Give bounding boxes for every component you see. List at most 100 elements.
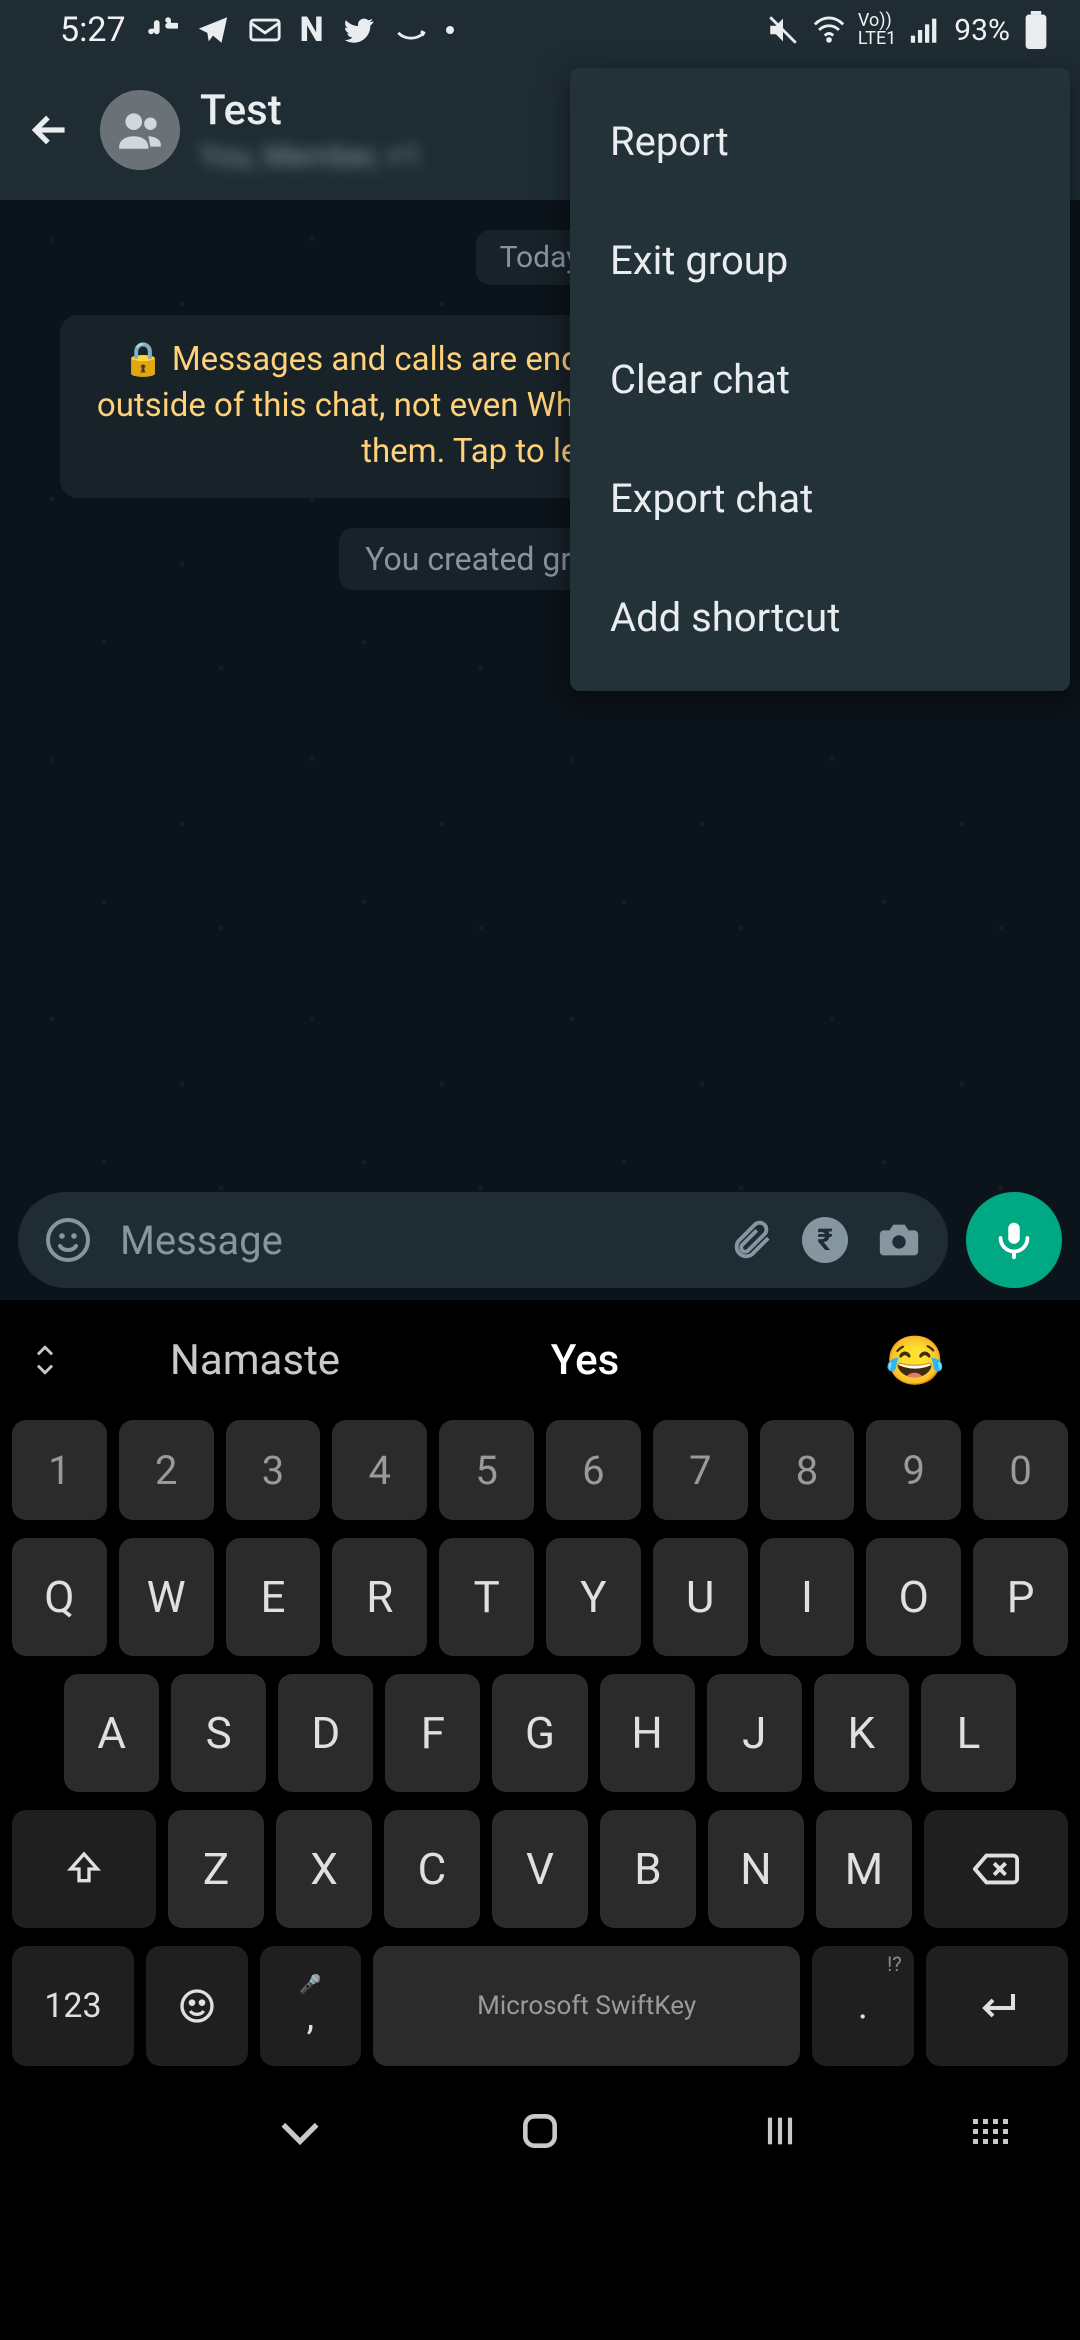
lock-icon: 🔒 [123,337,164,383]
period-label: . [858,1984,868,2028]
key-8[interactable]: 8 [760,1420,855,1520]
attach-button[interactable] [728,1217,774,1263]
keyboard: Namaste Yes 😂 1 2 3 4 5 6 7 8 9 0 Q W E … [0,1300,1080,2340]
bottom-row: 123 🎤 , Microsoft SwiftKey !? . [0,1946,1080,2066]
suggestion-1[interactable]: Namaste [90,1332,420,1389]
key-a[interactable]: A [64,1674,159,1792]
key-comma[interactable]: 🎤 , [260,1946,362,2066]
key-0[interactable]: 0 [973,1420,1068,1520]
battery-icon [1022,11,1050,49]
key-d[interactable]: D [278,1674,373,1792]
telegram-icon [196,13,230,47]
nav-keyboard-switch[interactable] [930,2119,1050,2144]
amazon-icon [394,13,428,47]
key-numeric[interactable]: 123 [12,1946,134,2066]
key-h[interactable]: H [600,1674,695,1792]
key-m[interactable]: M [816,1810,912,1928]
key-t[interactable]: T [439,1538,534,1656]
key-p[interactable]: P [973,1538,1068,1656]
key-g[interactable]: G [492,1674,587,1792]
group-avatar[interactable] [100,90,180,170]
key-r[interactable]: R [332,1538,427,1656]
number-row: 1 2 3 4 5 6 7 8 9 0 [0,1420,1080,1520]
key-9[interactable]: 9 [866,1420,961,1520]
enter-icon [973,1986,1021,2026]
key-z[interactable]: Z [168,1810,264,1928]
qwerty-row-3: Z X C V B N M [0,1810,1080,1928]
recents-icon [760,2111,800,2151]
key-4[interactable]: 4 [332,1420,427,1520]
chevron-updown-icon [28,1338,62,1382]
key-3[interactable]: 3 [226,1420,321,1520]
message-input-pill[interactable]: Message ₹ [18,1192,948,1288]
key-e[interactable]: E [226,1538,321,1656]
back-button[interactable] [20,100,80,160]
period-hint: !? [887,1952,902,1976]
key-2[interactable]: 2 [119,1420,214,1520]
key-x[interactable]: X [276,1810,372,1928]
key-space[interactable]: Microsoft SwiftKey [373,1946,800,2066]
key-s[interactable]: S [171,1674,266,1792]
overflow-menu: Report Exit group Clear chat Export chat… [570,68,1070,691]
key-y[interactable]: Y [546,1538,641,1656]
menu-item-export-chat[interactable]: Export chat [570,439,1070,558]
nav-home[interactable] [450,2109,630,2153]
key-j[interactable]: J [707,1674,802,1792]
key-l[interactable]: L [921,1674,1016,1792]
key-f[interactable]: F [385,1674,480,1792]
key-1[interactable]: 1 [12,1420,107,1520]
menu-item-report[interactable]: Report [570,82,1070,201]
key-period[interactable]: !? . [812,1946,914,2066]
key-c[interactable]: C [384,1810,480,1928]
key-o[interactable]: O [866,1538,961,1656]
status-time: 5:27 [60,10,126,50]
menu-item-add-shortcut[interactable]: Add shortcut [570,558,1070,677]
key-shift[interactable] [12,1810,156,1928]
emoji-key-icon [177,1986,217,2026]
key-k[interactable]: K [814,1674,909,1792]
key-v[interactable]: V [492,1810,588,1928]
camera-button[interactable] [876,1217,922,1263]
key-u[interactable]: U [653,1538,748,1656]
suggestion-3[interactable]: 😂 [750,1332,1080,1389]
backspace-icon [973,1851,1019,1887]
emoji-icon[interactable] [44,1216,92,1264]
suggestion-2[interactable]: Yes [420,1332,750,1389]
nav-recents[interactable] [690,2111,870,2151]
key-7[interactable]: 7 [653,1420,748,1520]
chat-title: Test [200,86,421,135]
key-n[interactable]: N [708,1810,804,1928]
qwerty-row-1: Q W E R T Y U I O P [0,1538,1080,1656]
group-icon [115,105,165,155]
key-emoji[interactable] [146,1946,248,2066]
nav-hide-keyboard[interactable] [210,2116,390,2146]
paperclip-icon [728,1217,774,1263]
menu-item-exit-group[interactable]: Exit group [570,201,1070,320]
battery-percent: 93% [954,13,1010,48]
payment-button[interactable]: ₹ [802,1217,848,1263]
key-i[interactable]: I [760,1538,855,1656]
key-enter[interactable] [926,1946,1068,2066]
chevron-down-icon [275,2116,325,2146]
qwerty-row-2: A S D F G H J K L [0,1674,1080,1792]
message-input[interactable]: Message [120,1217,700,1264]
volte-icon: Vo))LTE1 [858,12,896,48]
keyboard-grid-icon [973,2119,1008,2144]
key-backspace[interactable] [924,1810,1068,1928]
key-5[interactable]: 5 [439,1420,534,1520]
expand-suggestions-button[interactable] [0,1338,90,1382]
key-w[interactable]: W [119,1538,214,1656]
key-6[interactable]: 6 [546,1420,641,1520]
status-right: Vo))LTE1 93% [766,11,1050,49]
suggestion-bar: Namaste Yes 😂 [0,1300,1080,1420]
netflix-icon: N [300,10,324,50]
key-b[interactable]: B [600,1810,696,1928]
android-navbar [0,2076,1080,2186]
status-left: 5:27 N [60,10,454,50]
menu-item-clear-chat[interactable]: Clear chat [570,320,1070,439]
key-q[interactable]: Q [12,1538,107,1656]
wifi-icon [812,13,846,47]
slack-icon [144,13,178,47]
header-titles[interactable]: Test You, Member, +1 [200,86,421,174]
voice-message-button[interactable] [966,1192,1062,1288]
